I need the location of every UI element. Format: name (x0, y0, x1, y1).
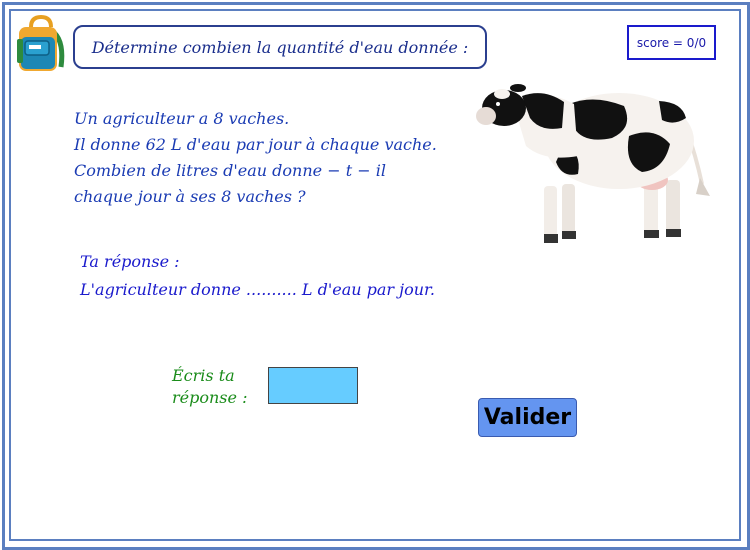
score-text: score = 0/0 (636, 35, 707, 50)
problem-line: chaque jour à ses 8 vaches ? (74, 187, 306, 206)
input-prompt: Écris ta réponse : (172, 365, 247, 409)
answer-label: Ta réponse : (80, 252, 180, 271)
validate-button[interactable]: Valider (478, 398, 577, 437)
problem-line: Un agriculteur a 8 vaches. (74, 109, 290, 128)
prompt-line: Écris ta (172, 366, 235, 385)
problem-line: Il donne 62 L d'eau par jour à chaque va… (74, 135, 437, 154)
problem-statement: Un agriculteur a 8 vaches. Il donne 62 L… (74, 106, 437, 210)
answer-input-box[interactable] (268, 367, 358, 404)
answer-sentence: L'agriculteur donne .......... L d'eau p… (80, 280, 436, 299)
problem-line: Combien de litres d'eau donne − t − il (74, 161, 386, 180)
instruction-title: Détermine combien la quantité d'eau donn… (91, 37, 469, 57)
prompt-line: réponse : (172, 388, 248, 407)
score-box: score = 0/0 (627, 25, 716, 60)
cow-image (476, 84, 710, 243)
answer-input[interactable] (269, 368, 357, 403)
answer-section: Ta réponse : L'agriculteur donne .......… (80, 248, 435, 304)
instruction-box: Détermine combien la quantité d'eau donn… (73, 25, 487, 69)
backpack-icon (17, 15, 65, 71)
